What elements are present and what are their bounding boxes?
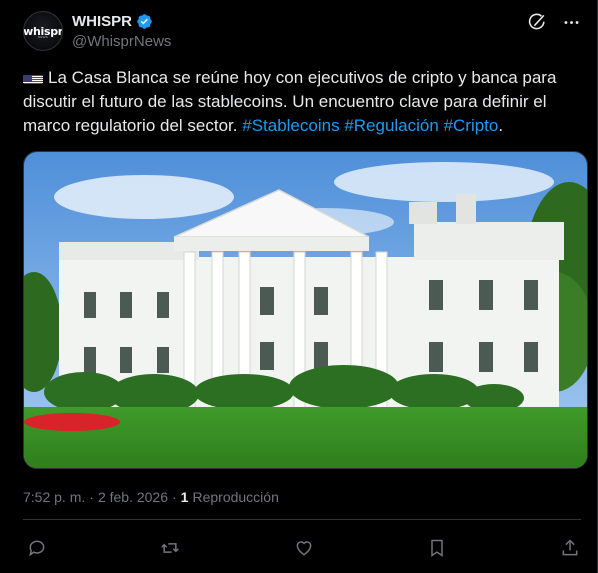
action-bar — [26, 537, 581, 559]
white-house-illustration — [24, 152, 587, 468]
us-flag-icon — [23, 71, 43, 84]
avatar[interactable]: whispr NEWS — [23, 11, 63, 51]
tweet-card: whispr NEWS WHISPR @WhisprNews La Casa B… — [0, 0, 598, 573]
verified-badge-icon — [136, 13, 153, 30]
hashtag-cripto[interactable]: #Cripto — [444, 116, 499, 135]
grok-icon[interactable] — [527, 12, 547, 32]
timestamp-time[interactable]: 7:52 p. m. — [23, 489, 85, 505]
share-icon[interactable] — [559, 537, 581, 559]
more-icon[interactable] — [561, 12, 581, 32]
meta-separator: · — [172, 489, 177, 505]
divider — [23, 519, 581, 520]
tweet-metadata: 7:52 p. m. · 2 feb. 2026 · 1 Reproducció… — [23, 489, 279, 505]
tweet-trailing-period: . — [498, 116, 504, 135]
hashtag-stablecoins[interactable]: #Stablecoins — [242, 116, 339, 135]
header-actions — [527, 12, 581, 32]
reply-icon[interactable] — [26, 537, 48, 559]
retweet-icon[interactable] — [159, 537, 181, 559]
author-name-row: WHISPR — [72, 13, 153, 30]
handle[interactable]: @WhisprNews — [72, 33, 171, 50]
like-icon[interactable] — [293, 537, 315, 559]
tweet-photo-white-house[interactable] — [23, 151, 588, 469]
tweet-text: La Casa Blanca se reúne hoy con ejecutiv… — [23, 66, 583, 138]
timestamp-date[interactable]: 2 feb. 2026 — [98, 489, 168, 505]
display-name[interactable]: WHISPR — [72, 13, 132, 30]
meta-separator: · — [89, 489, 94, 505]
views-label: Reproducción — [192, 489, 279, 505]
hashtag-regulacion[interactable]: #Regulación — [344, 116, 439, 135]
views-count: 1 — [180, 489, 189, 505]
bookmark-icon[interactable] — [426, 537, 448, 559]
avatar-logo-subtext: NEWS — [37, 35, 49, 39]
